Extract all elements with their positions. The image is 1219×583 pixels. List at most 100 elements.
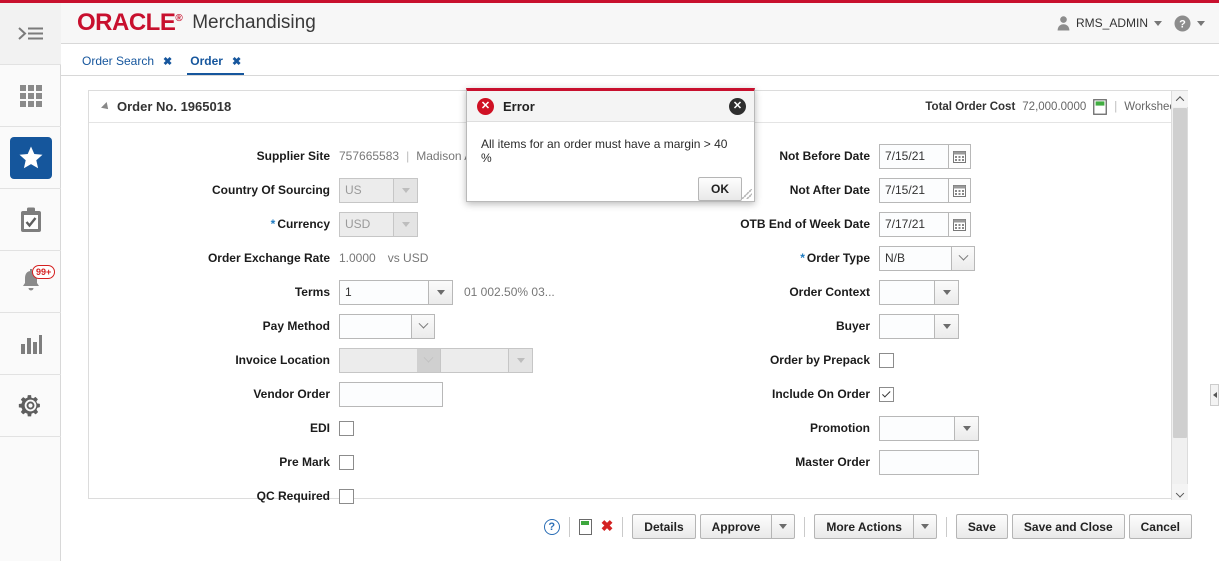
- invoice-location-type-chevron-down-icon[interactable]: [417, 347, 441, 373]
- otb-end-of-week-date-calendar-icon[interactable]: [949, 211, 971, 237]
- field-include-on-order: Include On Order: [629, 377, 1169, 411]
- terms-input[interactable]: 1: [339, 279, 429, 305]
- otb-end-of-week-date-input[interactable]: 7/17/21: [879, 211, 949, 237]
- sidebar-item-notifications[interactable]: 99+: [0, 251, 61, 313]
- pay-method-chevron-down-icon[interactable]: [411, 313, 435, 339]
- buyer-lov-button[interactable]: [935, 313, 959, 339]
- not-after-date-calendar-icon[interactable]: [949, 177, 971, 203]
- buyer-input[interactable]: [879, 313, 935, 339]
- field-vendor-order: Vendor Order: [89, 377, 629, 411]
- error-dialog-resize-grip[interactable]: [742, 189, 752, 199]
- edi-label: EDI: [309, 421, 330, 435]
- order-type-chevron-down-icon[interactable]: [951, 245, 975, 271]
- supplier-site-value: 757665583: [339, 149, 400, 163]
- currency-lov-button[interactable]: [394, 211, 418, 237]
- header-right-group: RMS_ADMIN ?: [1057, 15, 1205, 32]
- action-footer: ? ✖ Details Approve More Actions Save Sa…: [61, 506, 1219, 547]
- user-menu-chevron-down-icon[interactable]: [1154, 20, 1162, 26]
- calendar-icon: [953, 218, 966, 231]
- qc-required-checkbox[interactable]: [339, 488, 354, 504]
- checkmark-icon: [881, 389, 891, 398]
- error-dialog-close-icon[interactable]: ✕: [729, 97, 746, 115]
- tasks-clipboard-icon: [20, 207, 41, 232]
- cancel-button[interactable]: Cancel: [1128, 514, 1192, 539]
- error-dialog-ok-button[interactable]: OK: [698, 177, 742, 201]
- order-type-select[interactable]: N/B: [879, 245, 951, 271]
- master-order-label: Master Order: [795, 455, 870, 469]
- app-title: Merchandising: [192, 12, 316, 33]
- tab-order-search[interactable]: Order Search ✖: [73, 54, 181, 75]
- right-panel-collapse-handle[interactable]: [1210, 384, 1219, 406]
- summary-separator: |: [1114, 100, 1118, 113]
- sidebar-item-tasks[interactable]: [0, 189, 61, 251]
- save-and-close-button[interactable]: Save and Close: [1011, 514, 1125, 539]
- footer-divider-3: [804, 516, 806, 537]
- sidebar-item-settings[interactable]: [0, 375, 61, 437]
- details-button[interactable]: Details: [632, 514, 696, 539]
- calendar-icon: [953, 184, 966, 197]
- scrollbar-thumb[interactable]: [1173, 108, 1187, 438]
- sidebar-item-favorites[interactable]: [0, 127, 61, 189]
- scroll-down-button[interactable]: [1172, 484, 1188, 500]
- not-before-date-input[interactable]: 7/15/21: [879, 143, 949, 169]
- left-rail: 99+: [0, 3, 61, 561]
- order-by-prepack-checkbox[interactable]: [879, 352, 894, 368]
- scroll-up-button[interactable]: [1172, 91, 1188, 107]
- pre-mark-checkbox[interactable]: [339, 454, 354, 470]
- tab-order-search-close-icon[interactable]: ✖: [163, 55, 172, 68]
- footer-delete-x-icon[interactable]: ✖: [601, 519, 614, 534]
- registered-mark: ®: [175, 13, 183, 24]
- tab-order[interactable]: Order ✖: [181, 54, 250, 75]
- master-order-input[interactable]: [879, 449, 979, 475]
- not-before-date-calendar-icon[interactable]: [949, 143, 971, 169]
- buyer-label: Buyer: [835, 319, 870, 333]
- invoice-location-type-select[interactable]: [339, 347, 417, 373]
- error-icon: ✕: [477, 97, 494, 115]
- approve-menu-arrow-icon[interactable]: [771, 514, 796, 539]
- help-menu-chevron-down-icon[interactable]: [1197, 20, 1205, 26]
- current-user-label[interactable]: RMS_ADMIN: [1076, 16, 1148, 30]
- save-button[interactable]: Save: [955, 514, 1008, 539]
- not-after-date-input[interactable]: 7/15/21: [879, 177, 949, 203]
- panel-disclosure-triangle-icon[interactable]: [101, 101, 111, 112]
- total-cost-calculator-button[interactable]: [1093, 98, 1108, 115]
- edi-checkbox[interactable]: [339, 420, 354, 436]
- footer-help-icon[interactable]: ?: [543, 518, 560, 535]
- pay-method-select[interactable]: [339, 313, 411, 339]
- field-edi: EDI: [89, 411, 629, 445]
- include-on-order-checkbox[interactable]: [879, 386, 894, 402]
- invoice-location-input[interactable]: [441, 347, 509, 373]
- more-actions-button[interactable]: More Actions: [814, 514, 913, 539]
- order-context-lov-button[interactable]: [935, 279, 959, 305]
- panel-vertical-scrollbar[interactable]: [1171, 91, 1188, 500]
- currency-input[interactable]: USD: [339, 211, 394, 237]
- sidebar-item-reports[interactable]: [0, 313, 61, 375]
- order-type-required-marker: *: [800, 251, 805, 265]
- vendor-order-input[interactable]: [339, 381, 443, 407]
- terms-lov-button[interactable]: [429, 279, 453, 305]
- error-dialog-message: All items for an order must have a margi…: [481, 137, 728, 165]
- footer-divider-4: [945, 516, 947, 537]
- sidebar-item-apps[interactable]: [0, 65, 61, 127]
- promotion-lov-button[interactable]: [955, 415, 979, 441]
- sidebar-item-collapse-menu[interactable]: [0, 3, 61, 65]
- promotion-input[interactable]: [879, 415, 955, 441]
- promotion-label: Promotion: [810, 421, 870, 435]
- invoice-location-lov-button[interactable]: [509, 347, 533, 373]
- field-currency: * Currency USD: [89, 207, 629, 241]
- order-context-input[interactable]: [879, 279, 935, 305]
- field-order-context: Order Context: [629, 275, 1169, 309]
- approve-button[interactable]: Approve: [699, 514, 772, 539]
- tab-order-close-icon[interactable]: ✖: [232, 55, 241, 68]
- more-actions-menu-arrow-icon[interactable]: [912, 514, 937, 539]
- country-of-sourcing-input[interactable]: US: [339, 177, 394, 203]
- currency-required-marker: *: [270, 217, 276, 231]
- country-of-sourcing-lov-button[interactable]: [394, 177, 418, 203]
- footer-calculator-icon[interactable]: [578, 518, 592, 535]
- oracle-logo: ORACLE®: [77, 9, 183, 37]
- order-summary-group: Total Order Cost 72,000.0000 | Worksheet: [925, 98, 1179, 115]
- calendar-icon: [953, 150, 966, 163]
- tab-order-search-label: Order Search: [82, 54, 155, 68]
- field-buyer: Buyer: [629, 309, 1169, 343]
- favorites-star-icon: [19, 146, 42, 169]
